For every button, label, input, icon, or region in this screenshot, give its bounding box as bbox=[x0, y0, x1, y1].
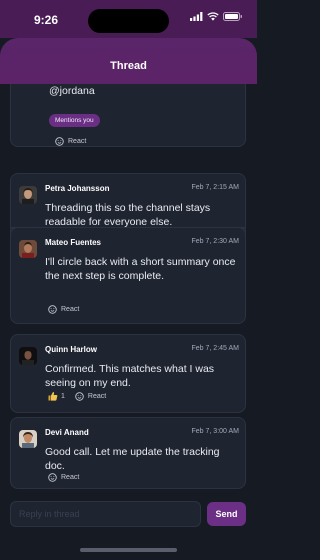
mention-badge: Mentions you bbox=[49, 114, 100, 127]
battery-icon bbox=[223, 12, 243, 21]
message-timestamp: Feb 7, 2:30 AM bbox=[191, 238, 239, 245]
react-label: React bbox=[61, 474, 80, 481]
react-label: React bbox=[87, 392, 107, 400]
reaction-chip[interactable]: 1 bbox=[48, 391, 65, 401]
message-card: Quinn Harlow Feb 7, 2:45 AM Confirmed. T… bbox=[10, 334, 246, 413]
author-name[interactable]: Mateo Fuentes bbox=[45, 238, 101, 247]
reaction-row: React bbox=[55, 137, 86, 146]
message-body: Confirmed. This matches what I was seein… bbox=[45, 363, 215, 389]
thread-header: Thread bbox=[0, 38, 257, 84]
message-timestamp: Feb 7, 2:45 AM bbox=[191, 345, 239, 352]
avatar[interactable] bbox=[19, 347, 37, 365]
react-button[interactable]: React bbox=[55, 137, 86, 146]
avatar[interactable] bbox=[19, 240, 37, 258]
reply-composer: Send bbox=[0, 490, 257, 560]
message-body: your weekly status by end of day. @jorda… bbox=[49, 85, 95, 97]
react-label: React bbox=[68, 138, 87, 145]
message-body: Threading this so the channel stays read… bbox=[45, 202, 211, 228]
message-card: your weekly status by end of day. @jorda… bbox=[10, 84, 246, 147]
message-timestamp: Feb 7, 2:15 AM bbox=[191, 184, 239, 191]
smiley-icon bbox=[48, 305, 57, 314]
react-label: React bbox=[61, 306, 80, 313]
message-card: Mateo Fuentes Feb 7, 2:30 AM I'll circle… bbox=[10, 227, 246, 324]
reaction-row: React bbox=[48, 473, 79, 482]
react-button[interactable]: React bbox=[48, 305, 79, 314]
smiley-icon bbox=[55, 137, 64, 146]
avatar[interactable] bbox=[19, 430, 37, 448]
avatar[interactable] bbox=[19, 186, 37, 204]
send-button[interactable]: Send bbox=[207, 502, 246, 526]
message-body: Good call. Let me update the tracking do… bbox=[45, 446, 220, 472]
dynamic-island bbox=[88, 9, 169, 33]
reply-input[interactable] bbox=[11, 502, 200, 526]
smiley-icon bbox=[75, 391, 84, 401]
page-title: Thread bbox=[110, 60, 147, 72]
react-button[interactable]: React bbox=[75, 391, 107, 401]
reaction-count: 1 bbox=[61, 392, 65, 400]
status-time: 9:26 bbox=[34, 13, 59, 27]
signal-icon bbox=[190, 12, 203, 21]
author-name[interactable]: Devi Anand bbox=[45, 428, 89, 437]
message-body: I'll circle back with a short summary on… bbox=[45, 256, 236, 282]
wifi-icon bbox=[207, 12, 219, 21]
status-icons bbox=[190, 12, 243, 21]
reaction-row: React bbox=[48, 305, 79, 314]
message-card: Devi Anand Feb 7, 3:00 AM Good call. Let… bbox=[10, 417, 246, 489]
reply-input-box[interactable] bbox=[10, 501, 201, 527]
react-button[interactable]: React bbox=[48, 473, 79, 482]
message-timestamp: Feb 7, 3:00 AM bbox=[191, 428, 239, 435]
author-name[interactable]: Quinn Harlow bbox=[45, 345, 97, 354]
author-name[interactable]: Petra Johansson bbox=[45, 184, 109, 193]
thumbs-up-icon bbox=[48, 391, 58, 401]
status-bar: 9:26 bbox=[0, 0, 257, 38]
thread-messages[interactable]: your weekly status by end of day. @jorda… bbox=[0, 84, 257, 490]
smiley-icon bbox=[48, 473, 57, 482]
reaction-row: 1 React bbox=[48, 391, 106, 401]
home-indicator[interactable] bbox=[80, 548, 177, 552]
